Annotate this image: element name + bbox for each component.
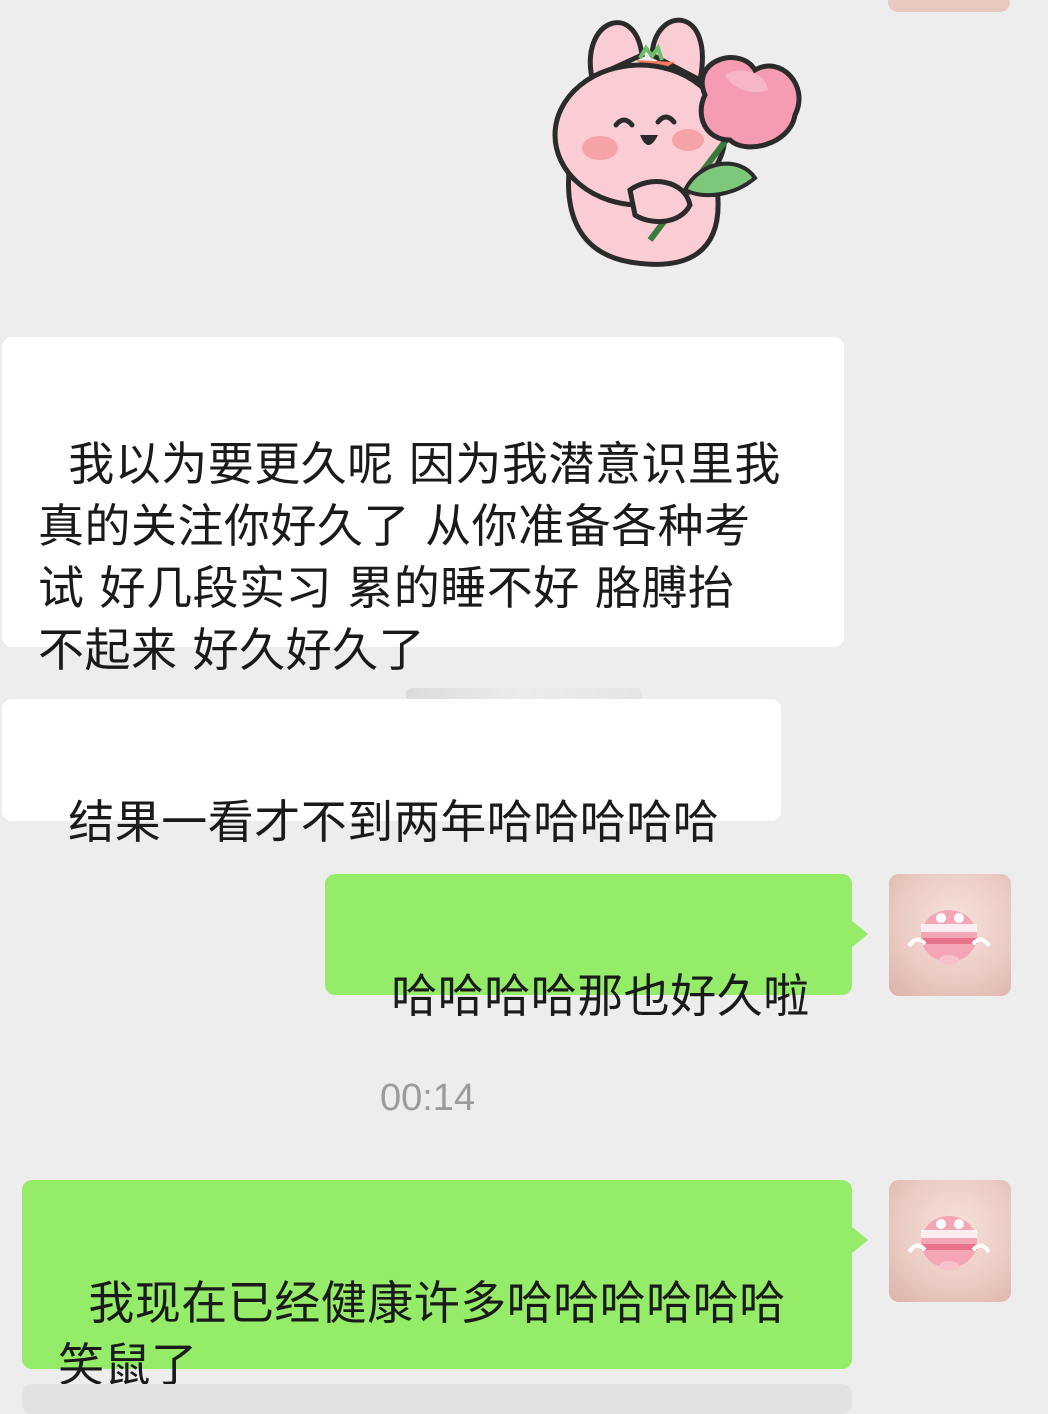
- outgoing-message-text: 哈哈哈哈那也好久啦: [391, 969, 810, 1023]
- incoming-message-text: 我以为要更久呢 因为我潜意识里我 真的关注你好久了 从你准备各种考 试 好几段实…: [38, 437, 781, 677]
- pink-piggy-angel-avatar-icon-2: [907, 1216, 991, 1271]
- bunny-flower-sticker[interactable]: [540, 0, 815, 285]
- pink-piggy-angel-avatar-icon: [907, 910, 991, 965]
- outgoing-message-bubble-2[interactable]: 我现在已经健康许多哈哈哈哈哈哈 笑鼠了: [22, 1180, 868, 1392]
- incoming-message-bubble-2[interactable]: 结果一看才不到两年哈哈哈哈哈: [2, 699, 781, 849]
- next-message-partial: [22, 1384, 852, 1414]
- incoming-message-text-2: 结果一看才不到两年哈哈哈哈哈: [68, 795, 720, 849]
- self-avatar[interactable]: [889, 874, 1011, 996]
- self-avatar-partial[interactable]: [888, 0, 1010, 12]
- bunny-flower-sticker-icon: [552, 17, 802, 267]
- self-avatar-2[interactable]: [889, 1180, 1011, 1302]
- incoming-message-bubble[interactable]: 我以为要更久呢 因为我潜意识里我 真的关注你好久了 从你准备各种考 试 好几段实…: [2, 337, 844, 677]
- outgoing-message-bubble[interactable]: 哈哈哈哈那也好久啦: [325, 874, 868, 1023]
- message-timestamp: 00:14: [379, 1077, 476, 1119]
- outgoing-message-text-2: 我现在已经健康许多哈哈哈哈哈哈 笑鼠了: [58, 1276, 786, 1392]
